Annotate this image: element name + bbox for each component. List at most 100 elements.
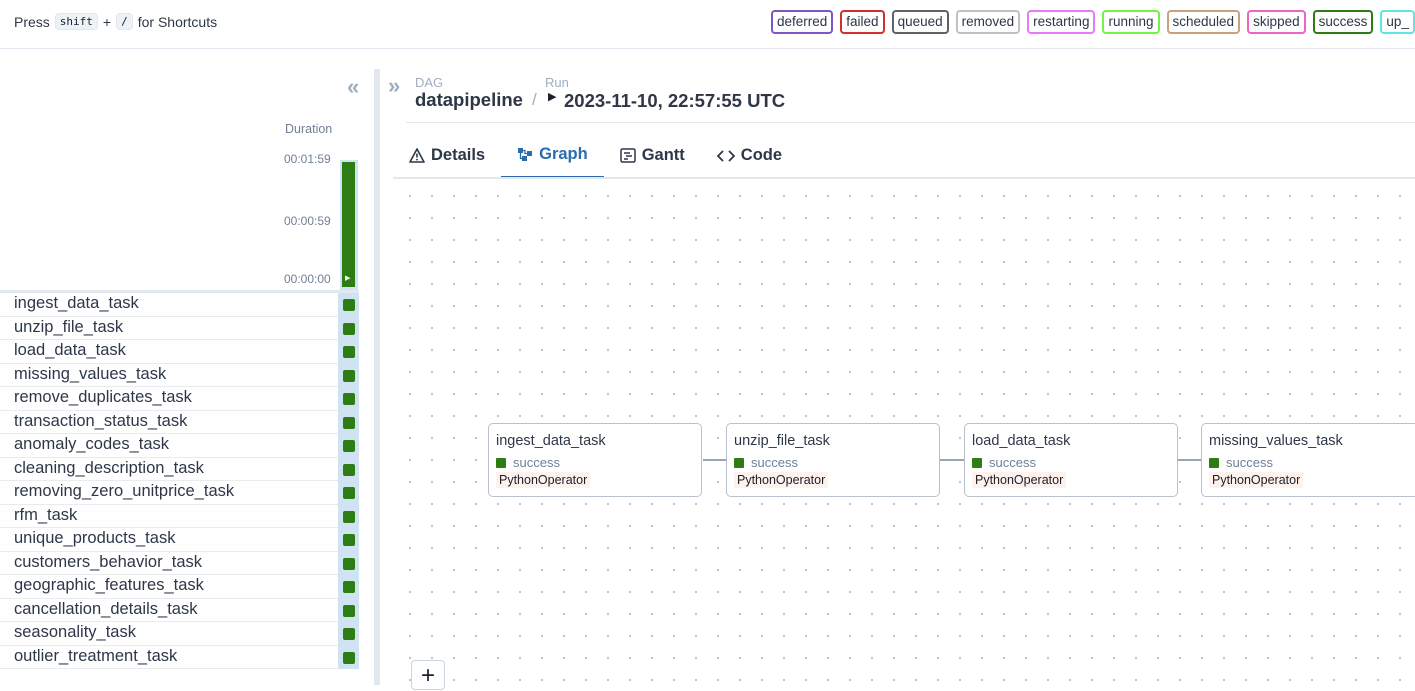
task-row[interactable]: cleaning_description_task — [0, 458, 338, 481]
task-instance-square[interactable] — [343, 463, 355, 476]
tab-code-label: Code — [740, 146, 783, 164]
task-instance-square[interactable] — [343, 510, 355, 523]
task-instance-square[interactable] — [343, 346, 355, 358]
node-task-name: ingest_data_task — [496, 433, 606, 449]
state-badge-running[interactable]: running — [1102, 10, 1160, 34]
top-bar: Press shift + / for Shortcuts deferred fa… — [0, 0, 1415, 49]
shortcut-plus: + — [102, 13, 112, 30]
slash-key: / — [116, 13, 133, 30]
task-name: rfm_task — [14, 505, 78, 524]
task-instance-square[interactable] — [343, 487, 355, 499]
node-status: success — [734, 455, 798, 470]
expand-details-icon[interactable]: » — [388, 73, 400, 99]
task-instance-square[interactable] — [343, 393, 355, 405]
task-name: load_data_task — [14, 341, 126, 359]
warning-icon — [409, 148, 425, 163]
duration-tick-mid: 00:00:59 — [284, 214, 331, 228]
node-operator: PythonOperator — [496, 472, 591, 488]
node-task-name: load_data_task — [972, 433, 1071, 449]
run-icon: ▶ — [548, 91, 557, 103]
node-task-name: missing_values_task — [1209, 433, 1343, 449]
task-row[interactable]: ingest_data_task — [0, 293, 338, 317]
tab-code[interactable]: Code — [701, 133, 798, 178]
task-row[interactable]: outlier_treatment_task — [0, 646, 338, 669]
task-name: cleaning_description_task — [14, 458, 204, 477]
task-instance-square[interactable] — [343, 534, 355, 546]
task-row[interactable]: rfm_task — [0, 505, 338, 528]
breadcrumb-dag-label: DAG — [415, 75, 444, 90]
task-instance-square[interactable] — [343, 299, 355, 311]
node-status-label: success — [989, 455, 1036, 470]
graph-node[interactable]: unzip_file_task success PythonOperator — [726, 423, 940, 497]
tab-graph[interactable]: Graph — [501, 133, 604, 178]
status-square — [496, 457, 506, 468]
graph-icon — [517, 147, 533, 162]
task-instance-square[interactable] — [343, 604, 355, 617]
breadcrumb-separator: / — [532, 90, 537, 109]
state-badge-deferred[interactable]: deferred — [771, 10, 834, 34]
detail-tabs: Details Graph Gantt Code — [393, 133, 798, 178]
tab-details[interactable]: Details — [393, 133, 501, 178]
task-row[interactable]: missing_values_task — [0, 364, 338, 387]
panel-splitter[interactable] — [374, 69, 380, 685]
state-badge-queued[interactable]: queued — [891, 10, 949, 34]
graph-node[interactable]: ingest_data_task success PythonOperator — [488, 423, 702, 497]
task-name: seasonality_task — [14, 623, 136, 641]
task-row[interactable]: load_data_task — [0, 340, 338, 364]
shortcut-prefix: Press — [14, 13, 50, 30]
tab-gantt[interactable]: Gantt — [604, 133, 701, 178]
tab-details-label: Details — [431, 146, 486, 164]
task-instance-square[interactable] — [343, 628, 355, 640]
task-instance-square[interactable] — [343, 581, 355, 593]
breadcrumb-run-link[interactable]: 2023-11-10, 22:57:55 UTC — [564, 90, 785, 112]
task-name: unzip_file_task — [14, 317, 124, 336]
graph-edge — [703, 459, 726, 461]
node-operator: PythonOperator — [734, 472, 829, 488]
task-instance-square[interactable] — [343, 369, 355, 382]
task-name: anomaly_codes_task — [14, 435, 170, 453]
task-row[interactable]: remove_duplicates_task — [0, 387, 338, 411]
duration-tick-max: 00:01:59 — [284, 152, 331, 166]
zoom-in-button[interactable]: + — [411, 660, 445, 690]
task-instance-square[interactable] — [343, 557, 355, 570]
task-row[interactable]: cancellation_details_task — [0, 599, 338, 622]
task-row[interactable]: removing_zero_unitprice_task — [0, 481, 338, 505]
duration-label: Duration — [285, 122, 333, 136]
task-instance-square[interactable] — [343, 416, 355, 429]
task-name: missing_values_task — [14, 364, 167, 383]
state-badge-skipped[interactable]: skipped — [1247, 10, 1306, 34]
shortcut-hint: Press shift + / for Shortcuts — [14, 13, 217, 30]
task-name: remove_duplicates_task — [14, 388, 192, 406]
task-row[interactable]: unzip_file_task — [0, 317, 338, 340]
run-duration-bar[interactable] — [342, 162, 355, 287]
node-operator: PythonOperator — [1209, 472, 1304, 488]
breadcrumb-dag-link[interactable]: datapipeline — [415, 89, 523, 111]
state-badge-restarting[interactable]: restarting — [1027, 10, 1096, 34]
collapse-grid-icon[interactable]: « — [347, 74, 359, 100]
task-row[interactable]: anomaly_codes_task — [0, 434, 338, 458]
state-legend: deferred failed queued removed restarting run… — [771, 10, 1415, 34]
state-badge-scheduled[interactable]: scheduled — [1166, 10, 1241, 34]
state-badge-up-[interactable]: up_ — [1380, 10, 1415, 34]
node-status-label: success — [751, 455, 798, 470]
task-row[interactable]: geographic_features_task — [0, 575, 338, 599]
task-name: unique_products_task — [14, 529, 176, 547]
node-status: success — [1209, 455, 1273, 470]
task-row[interactable]: transaction_status_task — [0, 411, 338, 434]
graph-node[interactable]: load_data_task success PythonOperator — [964, 423, 1178, 497]
task-instance-square[interactable] — [343, 322, 355, 335]
task-row[interactable]: seasonality_task — [0, 622, 338, 646]
state-badge-removed[interactable]: removed — [955, 10, 1021, 34]
task-instance-square[interactable] — [343, 651, 355, 664]
state-badge-success[interactable]: success — [1312, 10, 1374, 34]
task-row[interactable]: customers_behavior_task — [0, 552, 338, 575]
task-instance-square[interactable] — [343, 440, 355, 452]
tab-gantt-label: Gantt — [641, 146, 685, 164]
graph-node[interactable]: missing_values_task success PythonOperat… — [1201, 423, 1415, 497]
code-icon — [716, 149, 735, 163]
breadcrumb-run-label: Run — [545, 75, 569, 90]
state-badge-failed[interactable]: failed — [840, 10, 885, 34]
task-row[interactable]: unique_products_task — [0, 528, 338, 552]
task-list: ingest_data_task unzip_file_task load_data… — [0, 293, 359, 669]
node-status: success — [972, 455, 1036, 470]
